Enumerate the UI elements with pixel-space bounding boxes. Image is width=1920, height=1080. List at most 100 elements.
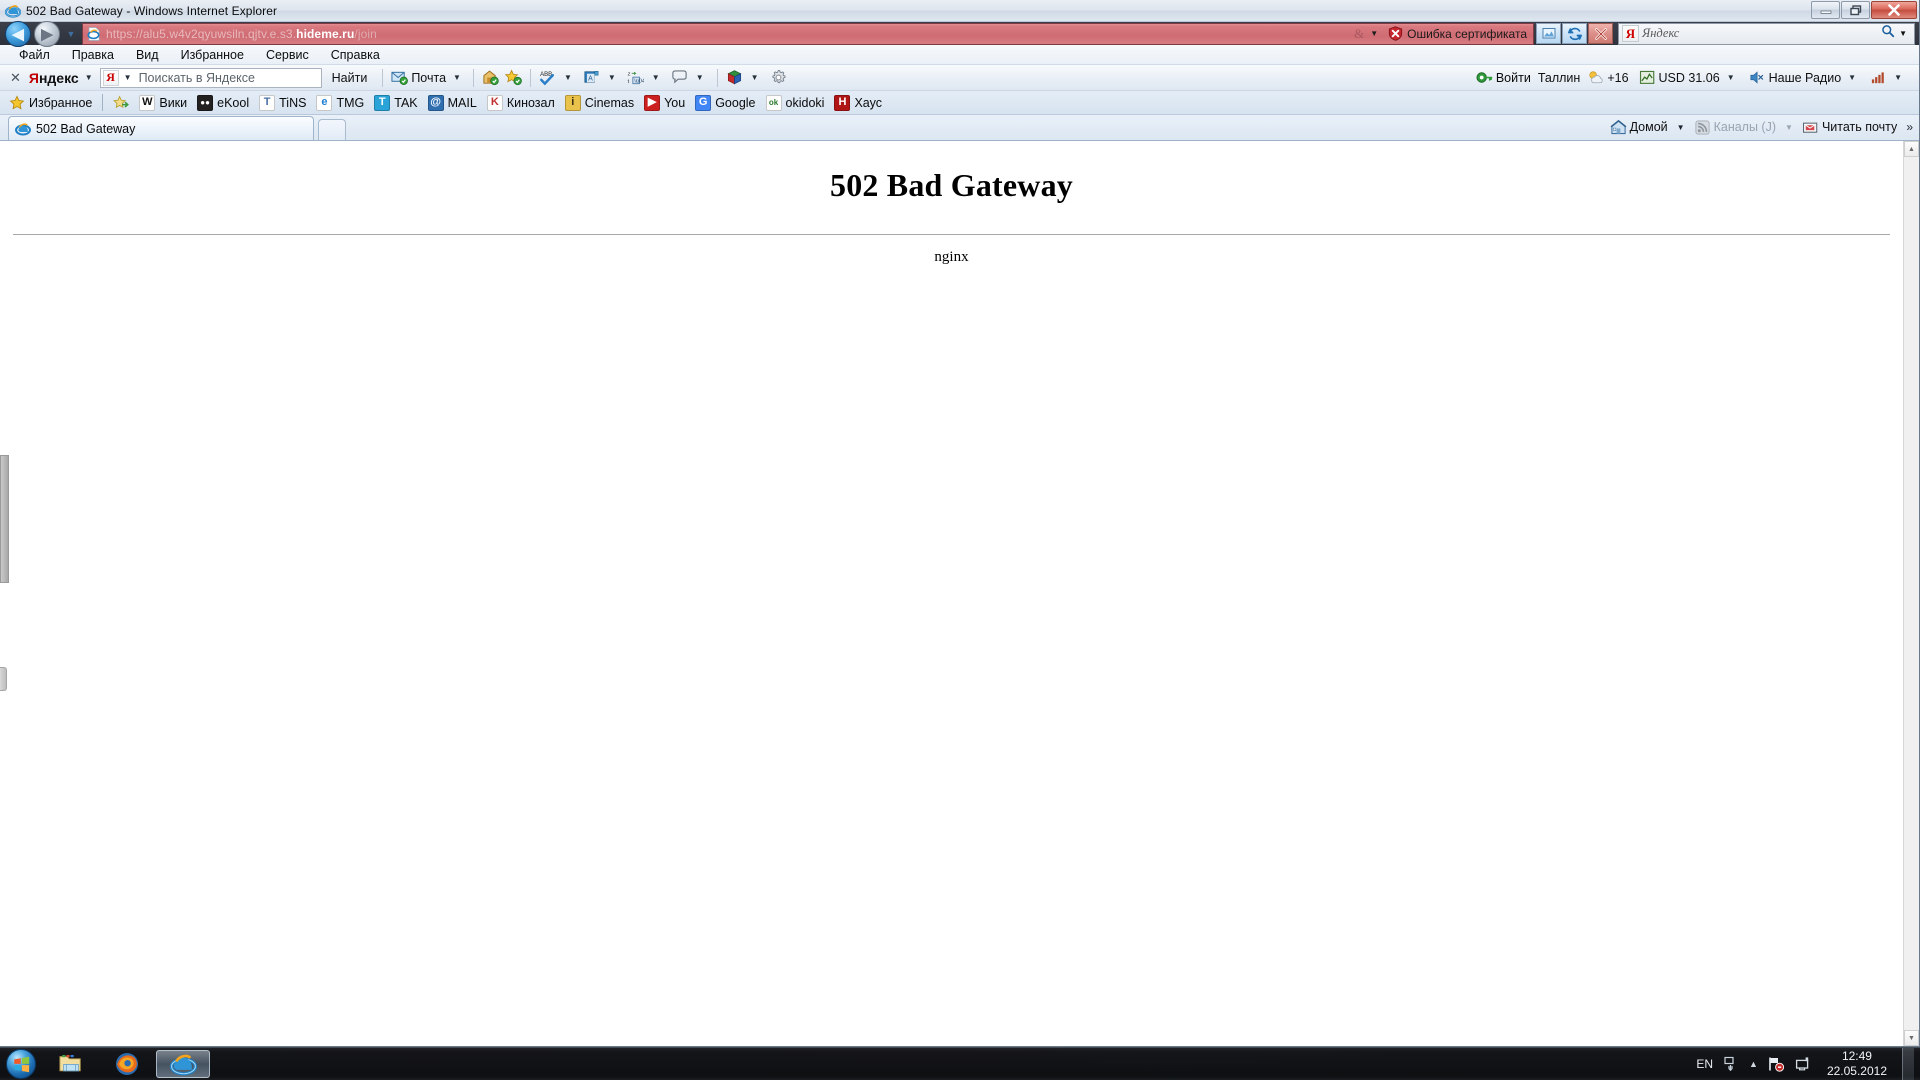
restore-button[interactable] (1841, 1, 1870, 19)
action-center-icon[interactable] (1794, 1055, 1812, 1073)
cube-button[interactable]: ▼ (723, 68, 767, 87)
menu-item-tools[interactable]: Сервис (255, 46, 320, 64)
toolbar-overflow-icon[interactable]: » (1906, 120, 1913, 134)
radio-widget[interactable]: Наше Радио ▼ (1746, 68, 1863, 87)
spellcheck-button[interactable]: ABB ▼ (536, 68, 580, 87)
yandex-brand-label[interactable]: Яндекс (29, 70, 79, 86)
signal-caret-icon[interactable]: ▼ (1890, 73, 1906, 82)
vertical-scrollbar[interactable]: ▲ ▼ (1903, 141, 1919, 1046)
transliterate-caret-icon[interactable]: ▼ (647, 73, 665, 82)
stop-button[interactable] (1588, 23, 1613, 44)
yandex-search-provider-caret-icon[interactable]: ▼ (121, 73, 135, 82)
feeds-caret-icon[interactable]: ▼ (1785, 123, 1793, 132)
search-provider-icon[interactable]: Я (1622, 25, 1639, 42)
menu-item-help[interactable]: Справка (320, 46, 391, 64)
bookmark-star-icon (504, 69, 522, 86)
menu-item-favorites[interactable]: Избранное (170, 46, 255, 64)
search-icon[interactable] (1877, 24, 1899, 43)
menu-item-edit[interactable]: Правка (61, 46, 125, 64)
cinemas-icon: i (564, 94, 581, 111)
language-indicator[interactable]: EN (1696, 1057, 1713, 1071)
close-button[interactable] (1871, 1, 1917, 19)
taskbar-item-explorer[interactable] (44, 1050, 98, 1078)
network-error-icon[interactable] (1767, 1055, 1785, 1073)
refresh-button[interactable] (1562, 23, 1587, 44)
city-label[interactable]: Таллин (1538, 71, 1581, 85)
address-dropdown-icon[interactable]: ▼ (1368, 29, 1385, 38)
mail-button[interactable]: Почта ▼ (388, 68, 468, 87)
favorite-item[interactable]: T TiNS (255, 94, 312, 112)
taskbar-item-internet-explorer[interactable] (156, 1050, 210, 1078)
settings-button[interactable] (767, 68, 790, 87)
show-desktop-button[interactable] (1902, 1047, 1914, 1080)
browser-tab[interactable]: 502 Bad Gateway (8, 116, 314, 140)
mail-caret-icon[interactable]: ▼ (449, 73, 465, 82)
compatibility-view-icon[interactable]: & (1350, 26, 1368, 42)
minimize-button[interactable] (1811, 1, 1840, 19)
favorite-item-label: Google (715, 95, 756, 110)
clock[interactable]: 12:49 22.05.2012 (1821, 1049, 1893, 1079)
radio-caret-icon[interactable]: ▼ (1844, 73, 1860, 82)
translate-button[interactable]: A ▼ (580, 68, 624, 87)
translate-caret-icon[interactable]: ▼ (603, 73, 621, 82)
toolbar-separator (716, 68, 718, 87)
back-button[interactable]: ◀ (5, 21, 31, 47)
favorite-item[interactable]: W Вики (135, 94, 193, 112)
toolbar-close-icon[interactable]: ✕ (4, 70, 29, 86)
find-button[interactable]: Найти (322, 71, 378, 85)
ie-search-box[interactable]: Я Яндекс ▼ (1618, 22, 1915, 45)
cube-caret-icon[interactable]: ▼ (746, 73, 764, 82)
spellcheck-caret-icon[interactable]: ▼ (559, 73, 577, 82)
signal-widget[interactable]: ▼ (1867, 68, 1909, 87)
svg-text:t: t (627, 79, 629, 85)
yandex-search-provider-icon[interactable]: Я (102, 69, 119, 86)
yandex-search-input[interactable]: Я ▼ Поискать в Яндексе (99, 67, 322, 88)
input-switcher-icon[interactable] (1722, 1055, 1740, 1073)
favorite-item[interactable]: H Хаус (830, 94, 888, 112)
favorite-item[interactable]: i Cinemas (561, 94, 640, 112)
favorites-bar: Избранное W Вики ●● eKool T TiNS e TMG T TAK @ MAIL… (0, 91, 1919, 115)
tray-overflow-icon[interactable]: ▲ (1749, 1059, 1758, 1069)
favorite-item[interactable]: K Кинозал (483, 94, 561, 112)
menu-item-file[interactable]: Файл (8, 46, 61, 64)
home-sync-button[interactable] (479, 68, 502, 87)
currency-caret-icon[interactable]: ▼ (1723, 73, 1739, 82)
favorite-item[interactable]: T TAK (370, 94, 423, 112)
start-button[interactable] (6, 1049, 36, 1079)
comment-button[interactable]: ▼ (668, 68, 712, 87)
favorite-item[interactable]: ok okidoki (762, 94, 831, 112)
compatibility-view-button[interactable] (1536, 23, 1561, 44)
favorite-item[interactable]: G Google (691, 94, 761, 112)
login-button[interactable]: Войти (1473, 68, 1534, 87)
scroll-up-button[interactable]: ▲ (1904, 141, 1919, 157)
read-mail-button[interactable]: Читать почту (1799, 118, 1900, 137)
favorite-item[interactable]: @ MAIL (424, 94, 483, 112)
currency-widget[interactable]: USD 31.06 ▼ (1636, 68, 1742, 87)
add-to-favorites-bar-button[interactable] (109, 94, 135, 112)
mail-icon (391, 71, 409, 85)
svg-text:z: z (627, 72, 630, 78)
ie-search-input[interactable]: Яндекс (1642, 26, 1877, 41)
new-tab-button[interactable] (318, 119, 346, 140)
address-bar[interactable]: https://alu5.w4v2qyuwsiln.qjtv.e.s3.hide… (82, 22, 1534, 45)
page-edge-tab[interactable] (0, 667, 7, 691)
page-edge-handle[interactable] (0, 455, 9, 583)
comment-caret-icon[interactable]: ▼ (691, 73, 709, 82)
favorite-item[interactable]: ●● eKool (193, 94, 255, 112)
certificate-error-indicator[interactable]: Ошибка сертификата (1385, 24, 1533, 44)
search-dropdown-icon[interactable]: ▼ (1899, 29, 1914, 38)
favorite-item[interactable]: ▶ You (640, 94, 691, 112)
yandex-brand-caret-icon[interactable]: ▼ (79, 73, 99, 82)
taskbar-item-firefox[interactable] (100, 1050, 154, 1078)
scroll-down-button[interactable]: ▼ (1904, 1030, 1919, 1046)
home-caret-icon[interactable]: ▼ (1677, 123, 1685, 132)
home-button[interactable]: Домой (1607, 118, 1671, 137)
bookmark-star-button[interactable] (502, 68, 525, 87)
forward-button[interactable]: ▶ (34, 21, 60, 47)
favorite-item[interactable]: e TMG (312, 94, 370, 112)
recent-pages-button[interactable]: ▼ (63, 29, 79, 39)
menu-item-view[interactable]: Вид (125, 46, 170, 64)
transliterate-button[interactable]: z t \u044f ▼ (624, 68, 668, 87)
favorites-root-button[interactable]: Избранное (5, 94, 98, 112)
weather-widget[interactable]: +16 (1584, 68, 1631, 87)
